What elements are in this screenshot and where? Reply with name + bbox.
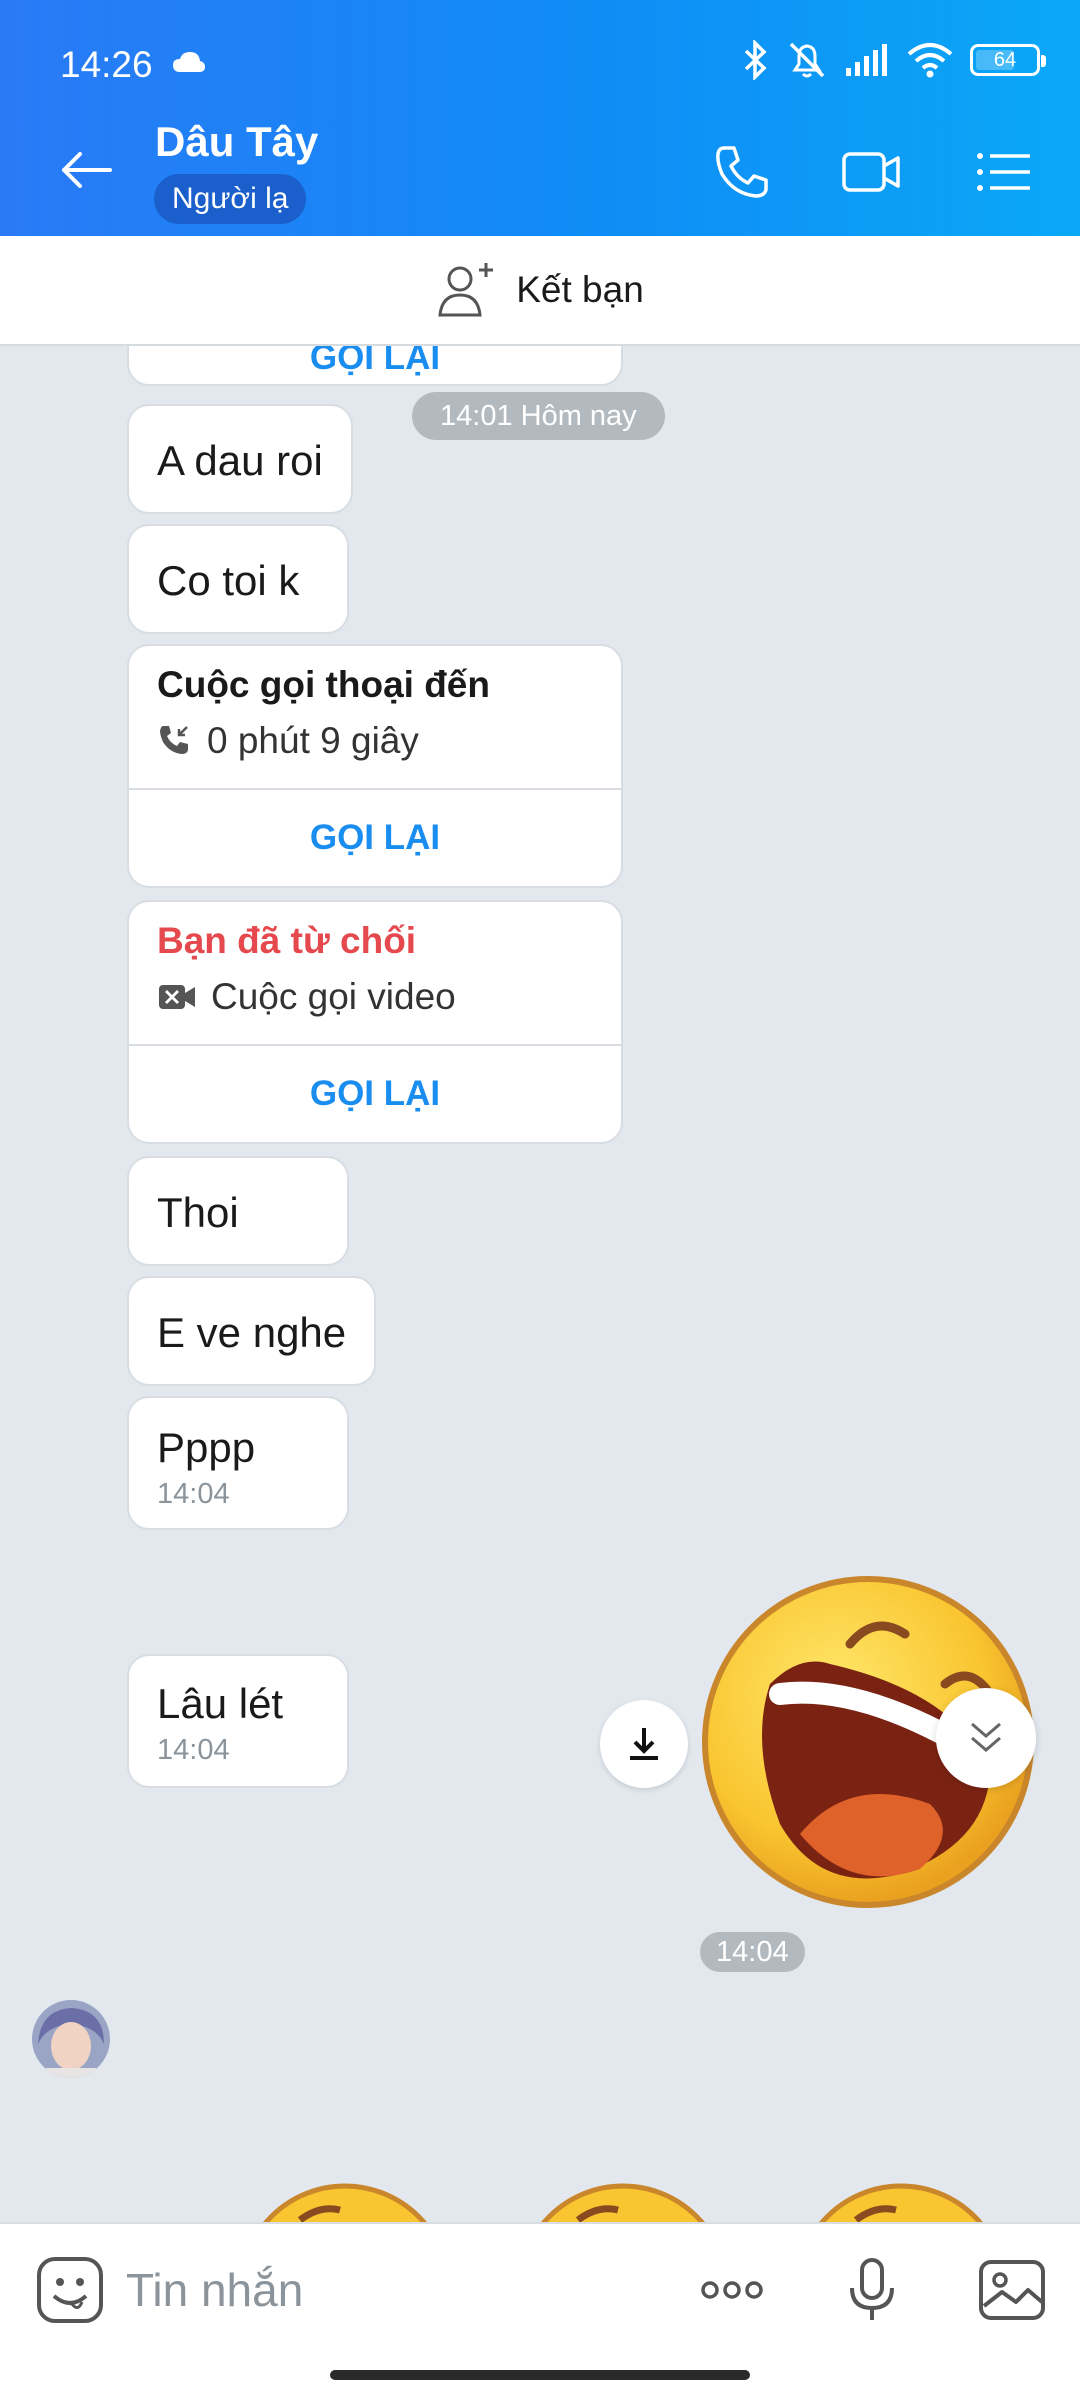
battery-level: 64 bbox=[993, 48, 1017, 71]
laughing-sticker[interactable] bbox=[518, 2180, 728, 2222]
microphone-icon[interactable] bbox=[836, 2254, 908, 2326]
message-bubble[interactable]: Thoi bbox=[127, 1156, 349, 1266]
call-again-button[interactable]: GỌI LẠI bbox=[129, 1046, 621, 1142]
date-separator: 14:01 Hôm nay bbox=[412, 392, 665, 440]
incoming-call-icon bbox=[160, 726, 188, 754]
avatar[interactable] bbox=[32, 2000, 110, 2078]
message-bubble[interactable]: A dau roi bbox=[127, 404, 353, 514]
chat-area[interactable]: GỌI LẠI 14:01 Hôm nay A dau roi Co toi k… bbox=[0, 346, 1080, 2222]
more-icon[interactable] bbox=[696, 2254, 768, 2326]
scroll-down-button[interactable] bbox=[936, 1688, 1036, 1788]
call-info: Cuộc gọi thoại đến 0 phút 9 giây bbox=[129, 646, 621, 790]
signal-icon bbox=[846, 44, 887, 76]
bluetooth-icon bbox=[744, 40, 767, 80]
download-button[interactable] bbox=[600, 1700, 688, 1788]
message-text: Co toi k bbox=[157, 557, 300, 604]
message-bubble[interactable]: Pppp 14:04 bbox=[127, 1396, 349, 1530]
message-text: Pppp bbox=[157, 1424, 256, 1471]
call-info: Bạn đã từ chối Cuộc gọi video bbox=[129, 902, 621, 1046]
download-icon bbox=[630, 1728, 658, 1760]
sticker-icon[interactable] bbox=[34, 2254, 106, 2326]
battery-icon: 64 bbox=[970, 44, 1046, 76]
message-text: E ve nghe bbox=[157, 1309, 347, 1356]
message-bubble[interactable]: E ve nghe bbox=[127, 1276, 377, 1386]
call-again-button[interactable]: GỌI LẠI bbox=[129, 346, 621, 384]
wifi-icon bbox=[907, 43, 953, 78]
call-title: Bạn đã từ chối bbox=[157, 920, 417, 961]
add-friend-icon bbox=[438, 263, 494, 317]
back-arrow-icon[interactable] bbox=[56, 140, 116, 200]
call-card-incoming: Cuộc gọi thoại đến 0 phút 9 giây GỌI LẠI bbox=[127, 644, 623, 888]
status-icons: 64 bbox=[740, 40, 1046, 80]
add-friend-label: Kết bạn bbox=[516, 269, 644, 310]
message-bubble[interactable]: Co toi k bbox=[127, 524, 349, 634]
status-time: 14:26 bbox=[60, 44, 153, 85]
message-text: Thoi bbox=[157, 1189, 239, 1236]
message-input[interactable] bbox=[126, 2258, 646, 2322]
call-type: Cuộc gọi video bbox=[211, 976, 456, 1017]
call-duration: 0 phút 9 giây bbox=[207, 720, 419, 761]
phone-icon[interactable] bbox=[710, 140, 774, 204]
image-icon[interactable] bbox=[976, 2254, 1048, 2326]
message-text: A dau roi bbox=[157, 437, 323, 484]
home-indicator[interactable] bbox=[330, 2370, 750, 2380]
add-friend-bar[interactable]: Kết bạn bbox=[0, 236, 1080, 346]
call-card-partial: GỌI LẠI bbox=[127, 346, 623, 386]
call-again-button[interactable]: GỌI LẠI bbox=[129, 790, 621, 886]
laughing-sticker[interactable] bbox=[240, 2180, 450, 2222]
chevron-down-icon bbox=[971, 1722, 1001, 1752]
message-bubble[interactable]: Lâu lét 14:04 bbox=[127, 1654, 349, 1788]
message-text: Lâu lét bbox=[157, 1680, 284, 1727]
stranger-badge: Người lạ bbox=[154, 174, 307, 224]
message-time: 14:04 bbox=[157, 1734, 230, 1766]
call-card-declined: Bạn đã từ chối Cuộc gọi video GỌI LẠI bbox=[127, 900, 623, 1144]
laughing-sticker[interactable] bbox=[796, 2180, 1006, 2222]
message-time: 14:04 bbox=[157, 1478, 230, 1510]
contact-name[interactable]: Dâu Tây bbox=[155, 118, 318, 166]
video-call-icon[interactable] bbox=[840, 140, 904, 204]
menu-list-icon[interactable] bbox=[972, 140, 1036, 204]
mute-icon bbox=[789, 42, 825, 78]
cloud-icon bbox=[173, 52, 205, 72]
call-title: Cuộc gọi thoại đến bbox=[157, 664, 490, 705]
missed-video-icon bbox=[159, 985, 195, 1009]
chat-header: 14:26 64 Dâu Tây Người lạ bbox=[0, 0, 1080, 236]
sticker-time: 14:04 bbox=[700, 1932, 805, 1972]
status-bar: 14:26 64 bbox=[0, 0, 1080, 130]
